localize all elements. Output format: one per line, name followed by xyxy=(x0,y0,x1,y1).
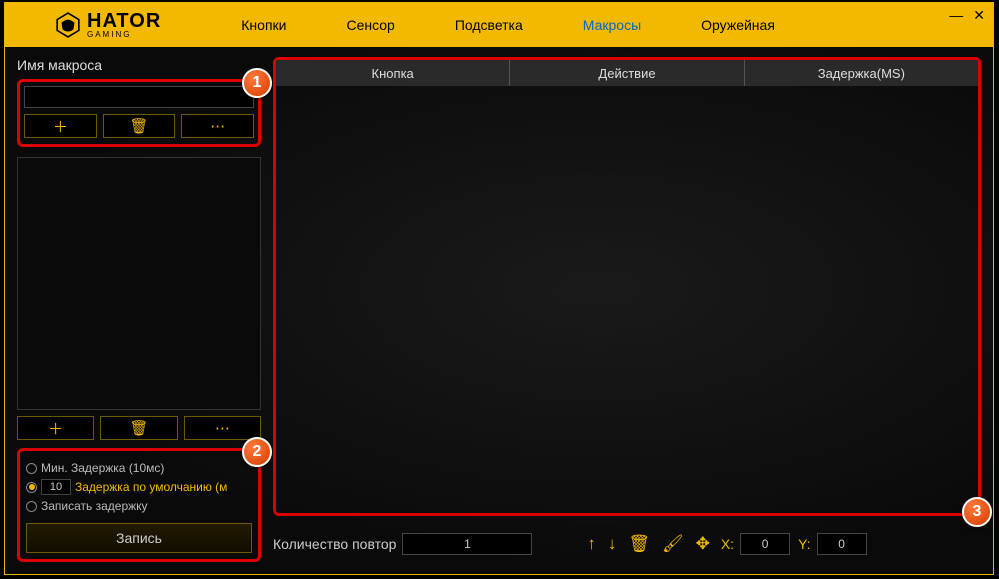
callout-1: 1 xyxy=(242,68,272,98)
radio-icon xyxy=(26,482,37,493)
trash-icon: 🗑 xyxy=(628,534,650,553)
move-up-button[interactable]: ↑ xyxy=(584,534,599,554)
plus-icon: ＋ xyxy=(53,116,68,137)
tab-buttons[interactable]: Кнопки xyxy=(211,3,316,47)
add-step-button[interactable]: ＋ xyxy=(17,416,94,440)
macro-name-box: ＋ 🗑 ⋯ 1 xyxy=(17,79,261,147)
brand-sub: GAMING xyxy=(87,31,161,39)
radio-record-delay-label: Записать задержку xyxy=(41,499,148,513)
default-delay-input[interactable] xyxy=(41,479,71,495)
trash-icon: 🗑 xyxy=(129,419,148,437)
y-input[interactable] xyxy=(817,533,867,555)
right-column: Кнопка Действие Задержка(MS) 3 Количеств… xyxy=(273,57,981,562)
minimize-button[interactable]: — xyxy=(949,7,963,24)
repeat-count-label: Количество повтор xyxy=(273,536,396,552)
tab-armory[interactable]: Оружейная xyxy=(671,3,805,47)
more-step-button[interactable]: ⋯ xyxy=(184,416,261,440)
edit-button[interactable]: 🖌 xyxy=(659,534,687,554)
delete-row-button[interactable]: 🗑 xyxy=(625,534,653,554)
logo-icon xyxy=(55,12,81,38)
content-area: Имя макроса ＋ 🗑 ⋯ 1 ＋ 🗑 ⋯ Мин. Зад xyxy=(5,47,993,574)
x-input[interactable] xyxy=(740,533,790,555)
move-icon: ✥ xyxy=(696,534,710,553)
radio-default-delay-label: Задержка по умолчанию (м xyxy=(75,480,227,494)
arrow-down-icon: ↓ xyxy=(608,534,617,553)
more-macro-button[interactable]: ⋯ xyxy=(181,114,254,138)
macro-table: Кнопка Действие Задержка(MS) 3 xyxy=(273,57,981,516)
brush-icon: 🖌 xyxy=(662,534,684,553)
tab-macros[interactable]: Макросы xyxy=(553,3,671,47)
window-controls: — ✕ xyxy=(949,7,985,24)
repeat-count-input[interactable] xyxy=(402,533,532,555)
macro-name-buttons: ＋ 🗑 ⋯ xyxy=(24,114,254,138)
main-tabs: Кнопки Сенсор Подсветка Макросы Оружейна… xyxy=(211,3,805,47)
record-button[interactable]: Запись xyxy=(26,523,252,553)
close-button[interactable]: ✕ xyxy=(973,7,985,24)
radio-icon xyxy=(26,463,37,474)
brand-logo: HATOR GAMING xyxy=(55,11,161,39)
table-body[interactable] xyxy=(276,86,978,513)
macro-list-buttons: ＋ 🗑 ⋯ xyxy=(17,416,261,440)
tab-sensor[interactable]: Сенсор xyxy=(316,3,424,47)
app-window: HATOR GAMING Кнопки Сенсор Подсветка Мак… xyxy=(4,2,994,575)
bottom-bar: Количество повтор ↑ ↓ 🗑 🖌 ✥ X: Y: xyxy=(273,526,981,562)
move-down-button[interactable]: ↓ xyxy=(605,534,620,554)
left-column: Имя макроса ＋ 🗑 ⋯ 1 ＋ 🗑 ⋯ Мин. Зад xyxy=(17,57,261,562)
y-label: Y: xyxy=(798,536,810,552)
plus-icon: ＋ xyxy=(48,418,63,439)
macro-name-input[interactable] xyxy=(24,86,254,108)
dots-icon: ⋯ xyxy=(210,117,225,135)
radio-min-delay-label: Мин. Задержка (10мс) xyxy=(41,461,164,475)
callout-2: 2 xyxy=(242,437,272,467)
delete-step-button[interactable]: 🗑 xyxy=(100,416,177,440)
col-action: Действие xyxy=(510,60,744,86)
radio-record-delay[interactable]: Записать задержку xyxy=(26,499,252,513)
brand-name: HATOR xyxy=(87,11,161,31)
trash-icon: 🗑 xyxy=(129,117,148,135)
delay-options-box: Мин. Задержка (10мс) Задержка по умолчан… xyxy=(17,448,261,562)
macro-list[interactable] xyxy=(17,157,261,410)
col-delay: Задержка(MS) xyxy=(745,60,978,86)
arrow-up-icon: ↑ xyxy=(587,534,596,553)
add-macro-button[interactable]: ＋ xyxy=(24,114,97,138)
move-cursor-button[interactable]: ✥ xyxy=(693,534,713,554)
radio-min-delay[interactable]: Мин. Задержка (10мс) xyxy=(26,461,252,475)
x-label: X: xyxy=(721,536,734,552)
tab-lighting[interactable]: Подсветка xyxy=(425,3,553,47)
col-button: Кнопка xyxy=(276,60,510,86)
dots-icon: ⋯ xyxy=(215,419,230,437)
radio-icon xyxy=(26,501,37,512)
titlebar: HATOR GAMING Кнопки Сенсор Подсветка Мак… xyxy=(5,3,993,47)
callout-3: 3 xyxy=(962,497,992,527)
radio-default-delay[interactable]: Задержка по умолчанию (м xyxy=(26,479,252,495)
table-header: Кнопка Действие Задержка(MS) xyxy=(276,60,978,86)
macro-name-label: Имя макроса xyxy=(17,57,261,73)
delete-macro-button[interactable]: 🗑 xyxy=(103,114,176,138)
